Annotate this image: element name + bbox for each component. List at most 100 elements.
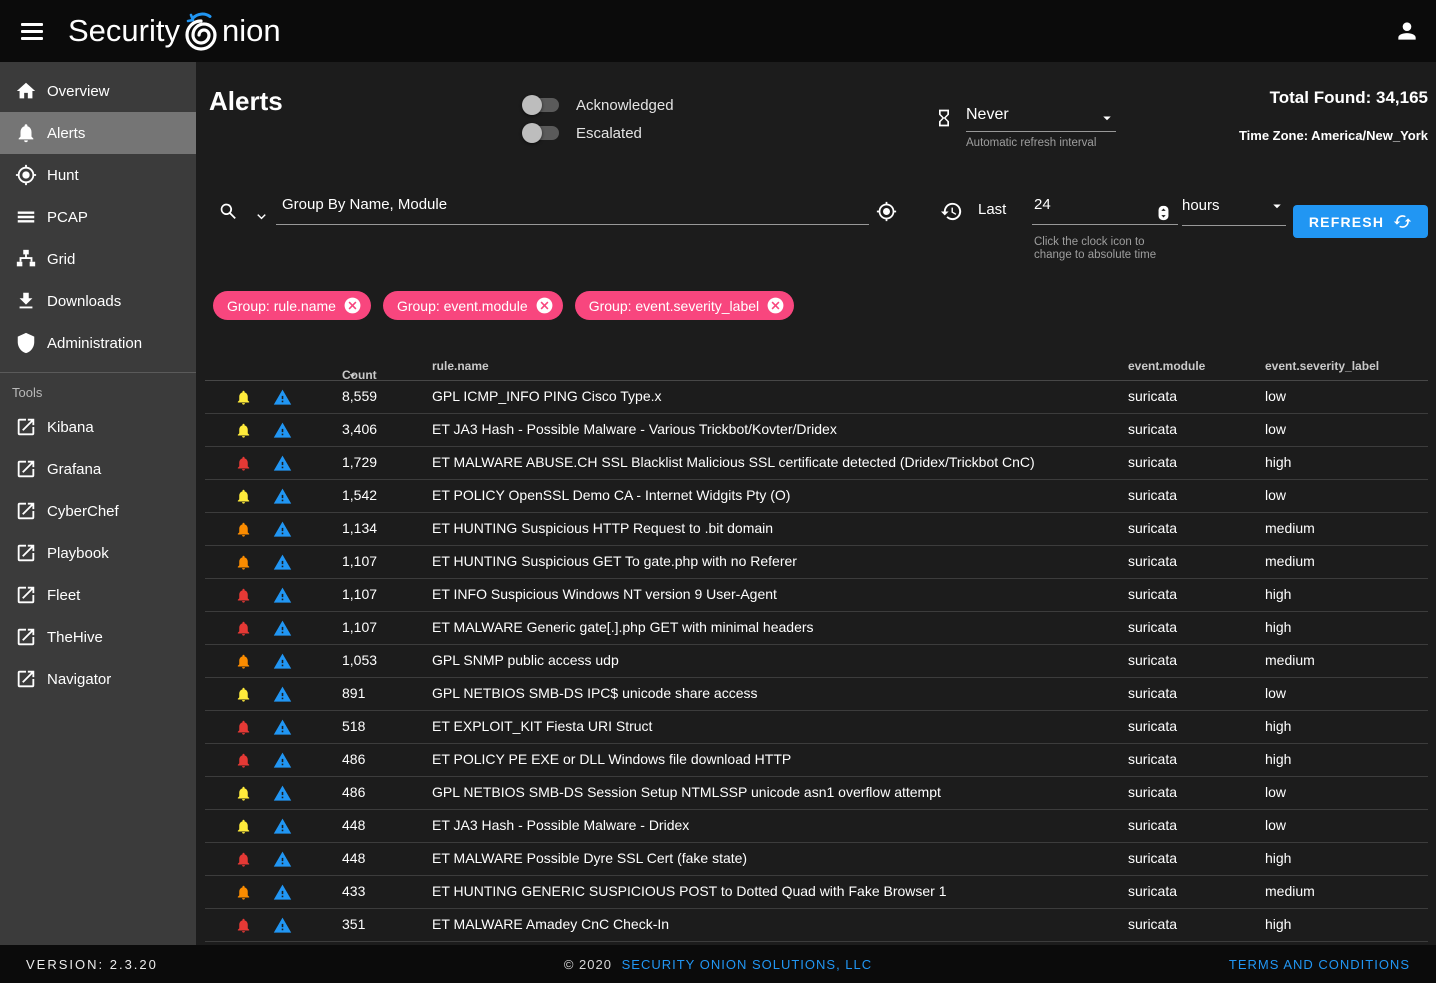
table-row[interactable]: 486 ET POLICY PE EXE or DLL Windows file…	[205, 744, 1428, 777]
alert-triangle-icon[interactable]	[273, 883, 292, 902]
alert-triangle-icon[interactable]	[273, 421, 292, 440]
cell-rule-name: ET POLICY OpenSSL Demo CA - Internet Wid…	[432, 480, 790, 511]
copyright-link[interactable]: SECURITY ONION SOLUTIONS, LLC	[622, 957, 873, 972]
alert-triangle-icon[interactable]	[273, 586, 292, 605]
terms-link[interactable]: TERMS AND CONDITIONS	[1229, 957, 1410, 972]
alert-bell-icon[interactable]	[235, 619, 252, 638]
table-row[interactable]: 8,559 GPL ICMP_INFO PING Cisco Type.x su…	[205, 381, 1428, 414]
escalated-toggle[interactable]: Escalated	[525, 119, 674, 147]
alert-triangle-icon[interactable]	[273, 619, 292, 638]
alert-triangle-icon[interactable]	[273, 817, 292, 836]
menu-icon[interactable]	[14, 13, 50, 49]
table-row[interactable]: 1,053 GPL SNMP public access udp suricat…	[205, 645, 1428, 678]
clock-stepper-icon[interactable]	[1155, 203, 1172, 223]
table-row[interactable]: 3,406 ET JA3 Hash - Possible Malware - V…	[205, 414, 1428, 447]
alert-bell-icon[interactable]	[235, 388, 252, 407]
table-row[interactable]: 1,134 ET HUNTING Suspicious HTTP Request…	[205, 513, 1428, 546]
alert-triangle-icon[interactable]	[273, 652, 292, 671]
alert-bell-icon[interactable]	[235, 685, 252, 704]
history-icon[interactable]	[940, 200, 963, 223]
search-input[interactable]	[276, 196, 869, 225]
table-row[interactable]: 448 ET MALWARE Possible Dyre SSL Cert (f…	[205, 843, 1428, 876]
alert-triangle-icon[interactable]	[273, 850, 292, 869]
filter-chip[interactable]: Group: event.severity_label	[575, 291, 794, 320]
alert-bell-icon[interactable]	[235, 817, 252, 836]
alert-bell-icon[interactable]	[235, 883, 252, 902]
cell-event-module: suricata	[1128, 843, 1177, 874]
sidebar-item-alerts[interactable]: Alerts	[0, 112, 196, 154]
table-row[interactable]: 1,542 ET POLICY OpenSSL Demo CA - Intern…	[205, 480, 1428, 513]
user-account-icon[interactable]	[1390, 14, 1424, 48]
table-row[interactable]: 433 ET HUNTING GENERIC SUSPICIOUS POST t…	[205, 876, 1428, 909]
sidebar-tool-thehive[interactable]: TheHive	[0, 616, 196, 658]
close-circle-icon[interactable]	[343, 296, 362, 315]
external-link-icon	[15, 416, 37, 438]
sidebar-item-hunt[interactable]: Hunt	[0, 154, 196, 196]
crosshairs-target-icon[interactable]	[876, 201, 897, 222]
filter-chip[interactable]: Group: event.module	[383, 291, 563, 320]
refresh-button[interactable]: REFRESH	[1293, 205, 1428, 238]
cell-severity: medium	[1265, 645, 1315, 676]
column-header-severity[interactable]: event.severity_label	[1265, 359, 1379, 373]
table-row[interactable]: 1,729 ET MALWARE ABUSE.CH SSL Blacklist …	[205, 447, 1428, 480]
alert-bell-icon[interactable]	[235, 586, 252, 605]
alert-triangle-icon[interactable]	[273, 916, 292, 935]
close-circle-icon[interactable]	[535, 296, 554, 315]
table-row[interactable]: 1,107 ET INFO Suspicious Windows NT vers…	[205, 579, 1428, 612]
sidebar-tool-cyberchef[interactable]: CyberChef	[0, 490, 196, 532]
filter-chip[interactable]: Group: rule.name	[213, 291, 371, 320]
sidebar-tool-grafana[interactable]: Grafana	[0, 448, 196, 490]
table-row[interactable]: 1,107 ET HUNTING Suspicious GET To gate.…	[205, 546, 1428, 579]
alert-triangle-icon[interactable]	[273, 784, 292, 803]
cell-rule-name: ET INFO Suspicious Windows NT version 9 …	[432, 579, 777, 610]
alert-triangle-icon[interactable]	[273, 487, 292, 506]
alert-bell-icon[interactable]	[235, 553, 252, 572]
sidebar-tool-kibana[interactable]: Kibana	[0, 406, 196, 448]
tools-subheader: Tools	[0, 377, 196, 406]
alert-bell-icon[interactable]	[235, 454, 252, 473]
alert-bell-icon[interactable]	[235, 784, 252, 803]
version-label: VERSION: 2.3.20	[26, 957, 158, 972]
sidebar-tool-playbook[interactable]: Playbook	[0, 532, 196, 574]
toggle-switch[interactable]	[525, 98, 559, 112]
acknowledged-toggle[interactable]: Acknowledged	[525, 91, 674, 119]
table-row[interactable]: 448 ET JA3 Hash - Possible Malware - Dri…	[205, 810, 1428, 843]
table-row[interactable]: 351 ET MALWARE Amadey CnC Check-In suric…	[205, 909, 1428, 942]
alert-triangle-icon[interactable]	[273, 553, 292, 572]
sidebar-tool-navigator[interactable]: Navigator	[0, 658, 196, 700]
alert-bell-icon[interactable]	[235, 421, 252, 440]
sidebar-item-grid[interactable]: Grid	[0, 238, 196, 280]
time-unit-select[interactable]: hours	[1182, 197, 1286, 226]
alert-triangle-icon[interactable]	[273, 685, 292, 704]
alert-triangle-icon[interactable]	[273, 520, 292, 539]
column-header-rule-name[interactable]: rule.name	[432, 359, 489, 373]
sidebar-tool-fleet[interactable]: Fleet	[0, 574, 196, 616]
sidebar-item-overview[interactable]: Overview	[0, 70, 196, 112]
table-row[interactable]: 1,107 ET MALWARE Generic gate[.].php GET…	[205, 612, 1428, 645]
alert-bell-icon[interactable]	[235, 718, 252, 737]
sidebar-item-administration[interactable]: Administration	[0, 322, 196, 364]
alert-bell-icon[interactable]	[235, 850, 252, 869]
table-row[interactable]: 486 GPL NETBIOS SMB-DS Session Setup NTM…	[205, 777, 1428, 810]
alert-triangle-icon[interactable]	[273, 454, 292, 473]
alert-triangle-icon[interactable]	[273, 388, 292, 407]
bell-icon	[15, 122, 37, 144]
alert-bell-icon[interactable]	[235, 916, 252, 935]
sidebar-item-downloads[interactable]: Downloads	[0, 280, 196, 322]
alert-triangle-icon[interactable]	[273, 751, 292, 770]
table-row[interactable]: 891 GPL NETBIOS SMB-DS IPC$ unicode shar…	[205, 678, 1428, 711]
table-row[interactable]: 518 ET EXPLOIT_KIT Fiesta URI Struct sur…	[205, 711, 1428, 744]
alert-bell-icon[interactable]	[235, 751, 252, 770]
refresh-interval-select[interactable]: Never	[966, 106, 1116, 132]
alert-bell-icon[interactable]	[235, 652, 252, 671]
toggle-switch[interactable]	[525, 126, 559, 140]
close-circle-icon[interactable]	[766, 296, 785, 315]
sidebar-item-pcap[interactable]: PCAP	[0, 196, 196, 238]
external-link-icon	[15, 668, 37, 690]
alert-triangle-icon[interactable]	[273, 718, 292, 737]
alert-bell-icon[interactable]	[235, 520, 252, 539]
query-chevron-down-icon[interactable]	[253, 208, 270, 225]
alert-bell-icon[interactable]	[235, 487, 252, 506]
column-header-event-module[interactable]: event.module	[1128, 359, 1205, 373]
cell-count: 1,107	[342, 546, 377, 577]
